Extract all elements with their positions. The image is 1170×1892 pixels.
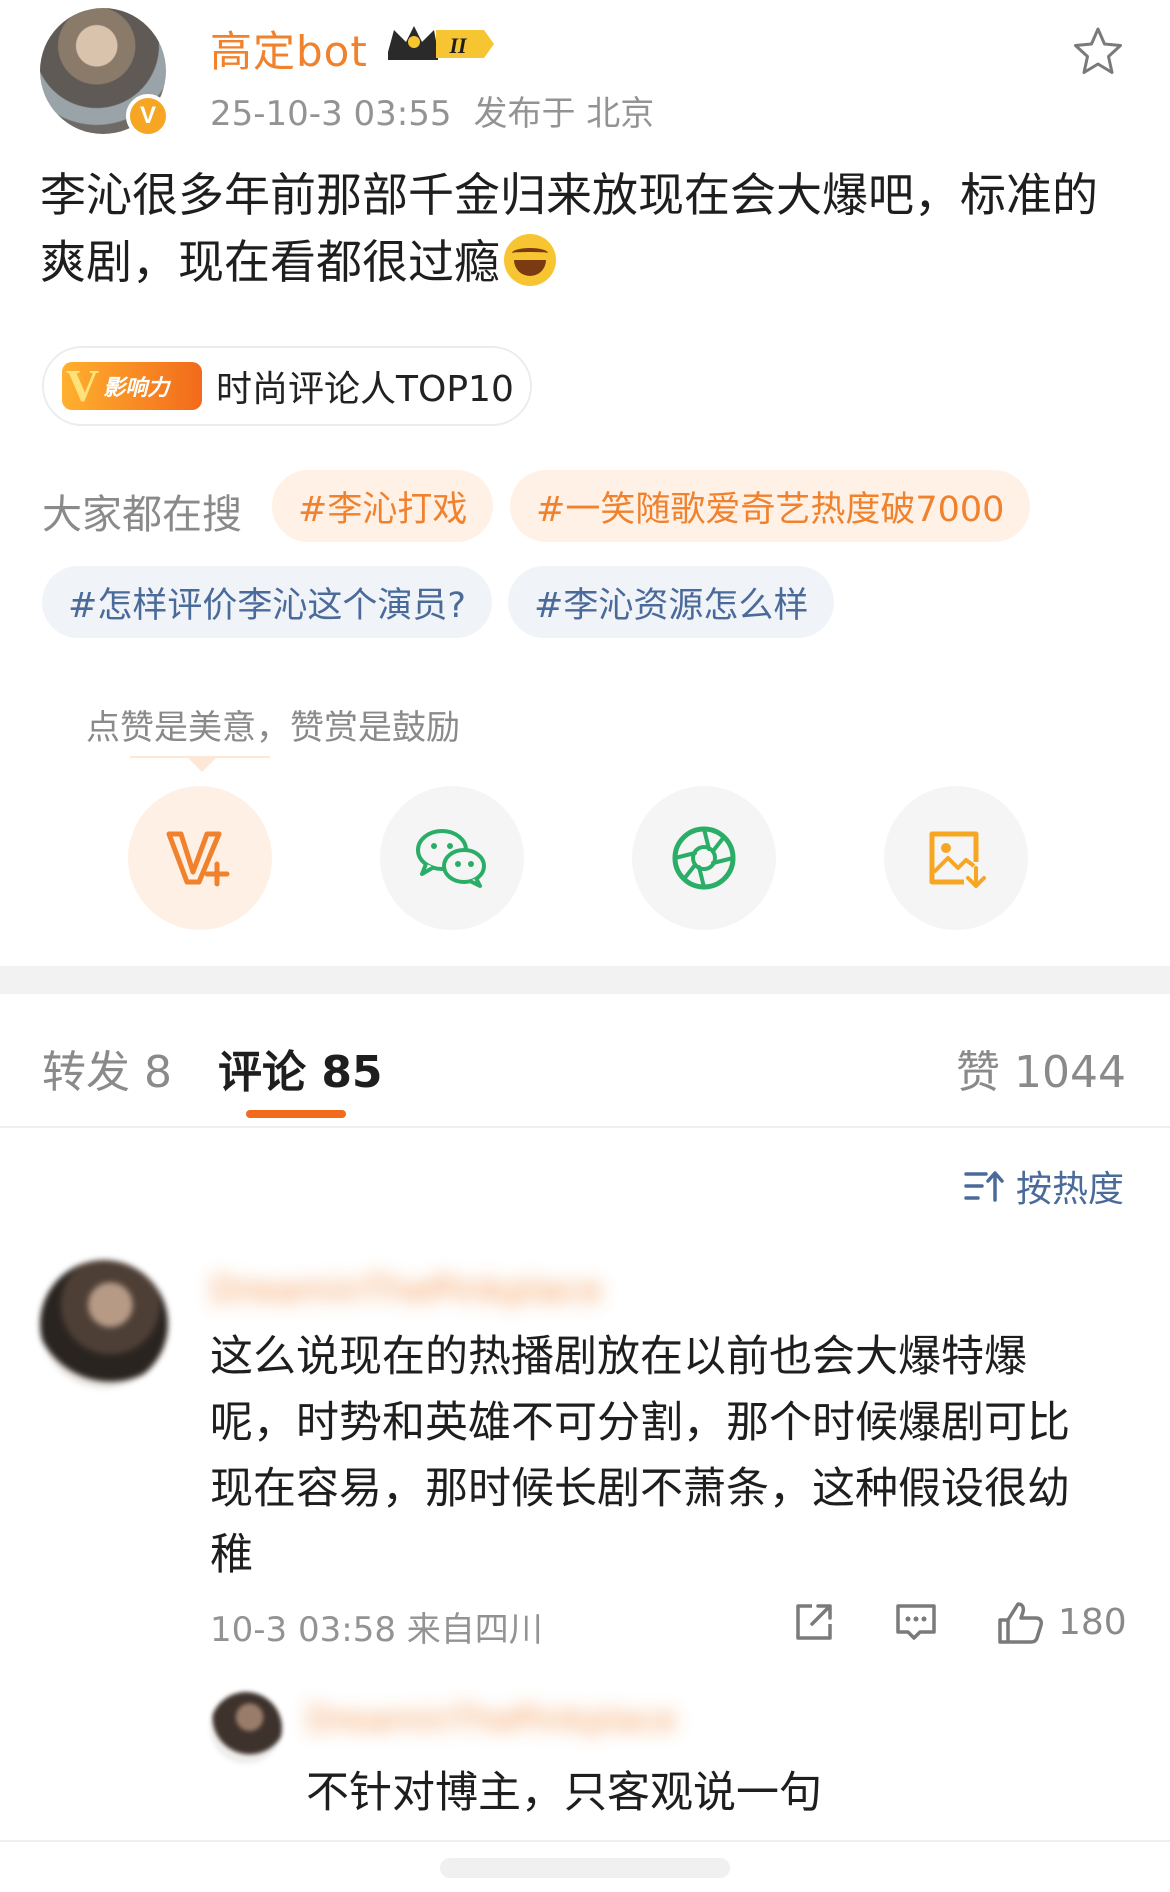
share-moments-button[interactable] xyxy=(632,786,776,930)
influence-v-icon: V 影响力 xyxy=(62,362,202,410)
post-time: 25-10-3 03:55 xyxy=(210,94,452,134)
post-text: 李沁很多年前那部千金归来放现在会大爆吧，标准的爽剧，现在看都很过瘾 xyxy=(40,168,1098,289)
hot-search-label: 大家都在搜 xyxy=(42,492,242,538)
favorite-star-icon[interactable] xyxy=(1070,24,1126,80)
comment-like-count: 180 xyxy=(1058,1602,1127,1643)
save-image-button[interactable] xyxy=(884,786,1028,930)
save-image-icon xyxy=(929,831,986,888)
section-divider xyxy=(0,966,1170,994)
bottom-divider xyxy=(0,1840,1170,1842)
influence-badge-text: 时尚评论人TOP10 xyxy=(216,369,514,410)
tab-repost[interactable]: 转发 8 xyxy=(42,1036,172,1100)
hot-search-tag[interactable]: #一笑随歌爱奇艺热度破7000 xyxy=(510,470,1031,542)
share-wechat-button[interactable] xyxy=(380,786,524,930)
reply-avatar[interactable] xyxy=(210,1692,282,1764)
hot-search-tag[interactable]: #李沁资源怎么样 xyxy=(508,566,835,638)
member-crown-icon: II xyxy=(388,26,494,60)
v-plus-icon xyxy=(166,831,230,887)
comment-meta: 10-3 03:58 来自四川 xyxy=(210,1610,543,1650)
sort-label: 按热度 xyxy=(1016,1169,1125,1210)
author-name[interactable]: 高定bot xyxy=(210,18,368,79)
commenter-name[interactable]: DreaminThePinkplace xyxy=(210,1270,602,1311)
reward-button[interactable] xyxy=(128,786,272,930)
reply-icon[interactable] xyxy=(894,1600,938,1644)
sort-icon xyxy=(964,1171,1004,1202)
verified-v-icon: V xyxy=(126,94,170,138)
reply-text: 不针对博主，只客观说一句 xyxy=(306,1768,822,1818)
post-body: 李沁很多年前那部千金归来放现在会大爆吧，标准的爽剧，现在看都很过瘾 xyxy=(40,162,1140,296)
sort-by-hot-button[interactable]: 按热度 xyxy=(964,1160,1124,1212)
post-meta: 25-10-3 03:55 发布于 北京 xyxy=(210,86,676,135)
hot-search-tag[interactable]: #李沁打戏 xyxy=(272,470,494,542)
home-indicator xyxy=(440,1858,730,1878)
laughing-tears-emoji-icon xyxy=(504,234,556,286)
hint-pointer xyxy=(188,758,216,772)
tab-like[interactable]: 赞 1044 xyxy=(956,1036,1126,1100)
reward-hint: 点赞是美意，赞赏是鼓励 xyxy=(86,708,460,748)
member-level-text: II xyxy=(448,33,468,58)
commenter-avatar[interactable] xyxy=(40,1260,168,1388)
hot-search-tag[interactable]: #怎样评价李沁这个演员? xyxy=(42,566,492,638)
tab-active-indicator xyxy=(246,1110,346,1118)
moments-icon xyxy=(672,826,736,890)
share-icon[interactable] xyxy=(792,1600,836,1644)
tabs-divider xyxy=(0,1126,1170,1128)
tab-comment[interactable]: 评论 85 xyxy=(218,1036,383,1100)
thumbs-up-icon[interactable] xyxy=(996,1600,1044,1646)
reply-author-name[interactable]: DreaminThePinkplace xyxy=(306,1700,676,1740)
wechat-icon xyxy=(416,829,486,888)
comment-text: 这么说现在的热播剧放在以前也会大爆特爆呢，时势和英雄不可分割，那个时候爆剧可比现… xyxy=(210,1332,1070,1580)
post-location: 发布于 北京 xyxy=(473,94,655,134)
influence-badge[interactable]: V 影响力 时尚评论人TOP10 xyxy=(42,346,532,426)
